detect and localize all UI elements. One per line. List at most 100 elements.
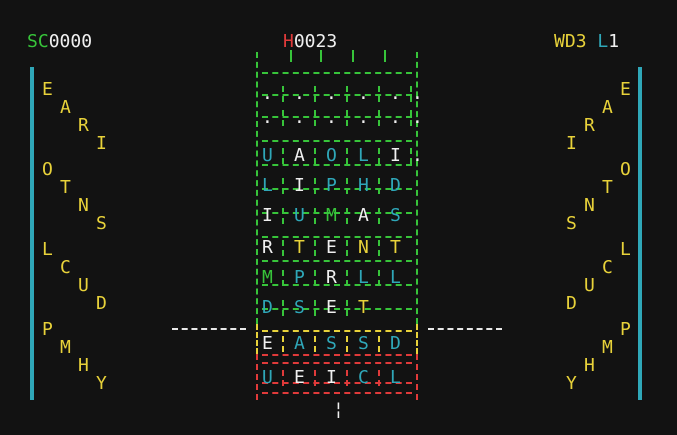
grid-cell: E <box>326 297 337 318</box>
cell-separator <box>282 300 284 316</box>
side-letter: U <box>78 275 89 296</box>
grid-cell: . <box>390 107 401 128</box>
grid-row-line <box>262 260 412 262</box>
grid-cell: . <box>390 83 401 104</box>
right-side-bar <box>638 67 642 400</box>
side-letter: L <box>42 239 53 260</box>
score-label: SC <box>27 31 49 52</box>
grid-cell: A <box>294 333 305 354</box>
hiscore-value: 0023 <box>293 31 338 52</box>
grid-row-line <box>262 72 412 74</box>
grid-cell: S <box>358 333 369 354</box>
well-left-wall-lower <box>256 324 258 354</box>
grid-row-line <box>262 354 412 356</box>
grid-cell: A <box>358 205 369 226</box>
grid-cell: T <box>294 237 305 258</box>
grid-row-line <box>262 392 412 394</box>
grid-cell: . <box>412 145 423 166</box>
grid-row-line <box>262 330 412 332</box>
cell-separator <box>314 300 316 316</box>
grid-cell: P <box>326 175 337 196</box>
grid-cell: S <box>326 333 337 354</box>
side-letter: H <box>78 355 89 376</box>
side-letter: Y <box>566 373 577 394</box>
grid-cell: . <box>358 83 369 104</box>
grid-row-line <box>262 362 412 364</box>
grid-cell: I <box>262 205 273 226</box>
game-screen: SC0000 H0023 WD3 L1 ¦ EARIOTNSLCUDPMHYEA… <box>0 0 677 435</box>
cell-separator <box>346 270 348 286</box>
grid-cell: . <box>412 83 423 104</box>
cell-separator <box>314 208 316 224</box>
grid-cell: L <box>358 267 369 288</box>
grid-cell: C <box>358 367 369 388</box>
grid-cell: E <box>262 333 273 354</box>
side-letter: D <box>566 293 577 314</box>
grid-cell: . <box>326 83 337 104</box>
side-letter: E <box>620 79 631 100</box>
left-pointer-line <box>172 328 246 330</box>
chute-tick <box>352 50 354 62</box>
well-left-wall <box>256 52 258 324</box>
chute-tick <box>290 50 292 62</box>
side-letter: R <box>78 115 89 136</box>
grid-cell: T <box>390 237 401 258</box>
side-letter: O <box>620 159 631 180</box>
cell-separator <box>378 336 380 352</box>
cell-separator <box>282 370 284 386</box>
cell-separator <box>378 178 380 194</box>
word-level-display: WD3 L1 <box>554 32 619 52</box>
grid-cell: L <box>262 175 273 196</box>
cell-separator <box>282 240 284 256</box>
word-label: WD <box>554 31 576 52</box>
grid-cell: D <box>262 297 273 318</box>
level-label: L <box>597 31 609 52</box>
cell-separator <box>282 336 284 352</box>
cell-separator <box>282 110 284 126</box>
grid-row-line <box>262 308 412 310</box>
cell-separator <box>346 300 348 316</box>
side-letter: S <box>566 213 577 234</box>
grid-cell: U <box>262 145 273 166</box>
grid-cell: R <box>262 237 273 258</box>
cell-separator <box>378 240 380 256</box>
cell-separator <box>378 110 380 126</box>
grid-cell: . <box>262 107 273 128</box>
grid-row-line <box>262 140 412 142</box>
hiscore-display: H0023 <box>283 32 337 52</box>
grid-cell: R <box>326 267 337 288</box>
grid-cell: U <box>294 205 305 226</box>
drop-marker: ¦ <box>333 399 344 420</box>
grid-cell: A <box>294 145 305 166</box>
grid-cell: M <box>262 267 273 288</box>
cell-separator <box>378 86 380 102</box>
side-letter: P <box>42 319 53 340</box>
side-letter: M <box>602 337 613 358</box>
grid-cell: D <box>390 333 401 354</box>
grid-cell: . <box>358 107 369 128</box>
side-letter: A <box>60 97 71 118</box>
grid-cell: L <box>358 145 369 166</box>
cell-separator <box>314 240 316 256</box>
side-letter: L <box>620 239 631 260</box>
cell-separator <box>282 86 284 102</box>
cell-separator <box>314 148 316 164</box>
side-letter: A <box>602 97 613 118</box>
cell-separator <box>314 178 316 194</box>
grid-cell: . <box>294 107 305 128</box>
grid-cell: I <box>390 145 401 166</box>
grid-cell: . <box>262 83 273 104</box>
grid-cell: M <box>326 205 337 226</box>
cell-separator <box>346 208 348 224</box>
cell-separator <box>346 86 348 102</box>
hiscore-label: H <box>283 31 294 52</box>
side-letter: S <box>96 213 107 234</box>
side-letter: N <box>584 195 595 216</box>
side-letter: R <box>584 115 595 136</box>
chute-tick <box>320 50 322 62</box>
side-letter: U <box>584 275 595 296</box>
side-letter: D <box>96 293 107 314</box>
side-letter: C <box>60 257 71 278</box>
side-letter: T <box>60 177 71 198</box>
grid-cell: . <box>294 83 305 104</box>
